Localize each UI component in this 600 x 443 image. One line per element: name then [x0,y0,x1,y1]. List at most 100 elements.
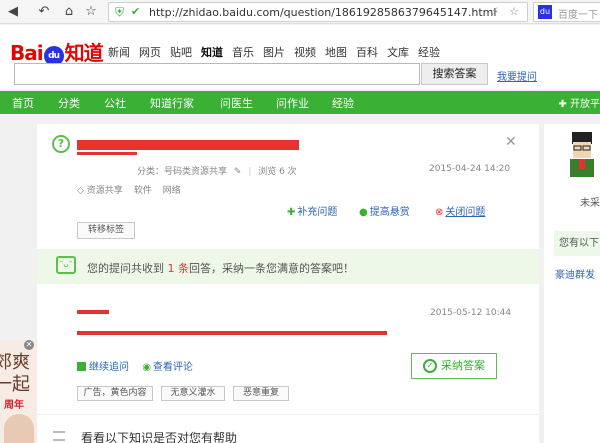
notice-prefix: 您的提问共收到 [87,262,164,275]
group-send-link[interactable]: 豪迪群发 [555,266,595,281]
answer-count: 1 条 [167,262,190,275]
coin-icon: ● [359,207,368,218]
secure-shield-icon: ⛨ [115,5,125,19]
redacted-answer-text [77,331,387,335]
nav-experience[interactable]: 经验 [332,95,354,111]
close-question-label: 关闭问题 [445,207,486,218]
edit-pencil-icon[interactable]: ✎ [234,167,242,177]
section-divider [37,414,539,415]
channel-wenku[interactable]: 文库 [387,44,409,60]
logo-bai: Bai [10,41,44,65]
question-date: 2015-04-24 14:20 [429,164,511,174]
continue-ask-link[interactable]: 继续追问 [77,362,129,373]
open-platform-icon: ✚ [558,99,567,110]
close-icon[interactable]: ✕ [505,134,517,150]
nav-homework[interactable]: 问作业 [276,95,309,111]
certificate-icon: ✔ [131,5,141,18]
notice-text: 您的提问共收到 1 条回答，采纳一条您满意的答案吧！ [87,260,354,276]
question-tags: ◇ 资源共享 软件 网络 [77,183,181,196]
channel-zhidao[interactable]: 知道 [201,44,223,60]
ad-model-image [4,414,34,443]
close-question-link[interactable]: ⊗ 关闭问题 [435,203,485,218]
tag-item[interactable]: 网络 [163,186,181,196]
channel-news[interactable]: 新闻 [108,44,130,60]
tag-item[interactable]: 软件 [134,186,152,196]
add-question-icon: ✚ [287,207,296,218]
redacted-title-line [77,152,137,155]
undo-icon[interactable]: ↶ [36,3,52,21]
bookmark-star-icon[interactable]: ☆ [84,3,98,21]
question-views: 浏览 6 次 [258,167,297,177]
you-have-notice: 您有以下 [554,231,600,256]
report-duplicate-button[interactable]: 恶意重复 [233,386,289,401]
raise-reward-label: 提高悬赏 [369,207,410,218]
eye-icon: ◉ [142,362,151,373]
search-placeholder: 百度一下 [558,10,598,21]
raise-reward-link[interactable]: ● 提高悬赏 [359,203,410,218]
redacted-question-title [77,140,299,150]
channel-baike[interactable]: 百科 [356,44,378,60]
channel-music[interactable]: 音乐 [232,44,254,60]
nav-home[interactable]: 首页 [12,95,34,111]
search-input[interactable] [14,63,420,85]
star-icon[interactable]: ☆ [509,5,519,18]
browser-toolbar: ◀ ↶ ⌂ ☆ ⛨ ✔ http://zhidao.baidu.com/ques… [0,0,600,24]
nav-category[interactable]: 分类 [58,95,80,111]
move-tag-button[interactable]: 转移标签 [77,222,135,239]
ad-line-3: 周年 [4,400,24,411]
user-avatar[interactable] [564,130,600,180]
back-icon[interactable]: ◀ [6,3,20,21]
meta-divider: | [248,167,252,177]
report-spam-button[interactable]: 无意义灌水 [161,386,225,401]
left-ad-banner[interactable]: 郊爽 一起 周年 [0,340,37,443]
open-platform-label: 开放平 [570,99,600,110]
open-platform-link[interactable]: ✚ 开放平 [558,95,600,110]
browser-search-box[interactable]: du 百度一下 [533,2,600,22]
tag-item[interactable]: 资源共享 [87,186,123,196]
ad-close-icon[interactable]: ✕ [24,340,34,350]
chat-icon: ᵔᴗᵔ [56,256,76,274]
tag-icon: ◇ [77,186,84,196]
url-text: http://zhidao.baidu.com/question/1861928… [149,6,497,19]
page-header: Bai du 知道 新闻 网页 贴吧 知道 音乐 图片 视频 地图 百科 文库 经验… [0,25,600,89]
add-question-link[interactable]: ✚ 补充问题 [287,203,337,218]
adopt-answer-button[interactable]: ✓ 采纳答案 [411,353,497,379]
home-icon[interactable]: ⌂ [62,3,76,21]
channel-nav: 新闻 网页 贴吧 知道 音乐 图片 视频 地图 百科 文库 经验 [108,44,440,60]
answer-actions: 继续追问 ◉ 查看评论 [77,358,193,373]
right-sidebar: 未采 您有以下 豪迪群发 [544,124,600,443]
check-circle-icon: ✓ [423,359,437,373]
question-mark-icon: ? [52,135,70,153]
answer-notice: ᵔᴗᵔ 您的提问共收到 1 条回答，采纳一条您满意的答案吧！ [37,249,539,284]
baidu-zhidao-logo[interactable]: Bai du 知道 [10,37,104,66]
checkbox-icon [77,362,86,371]
nav-experts[interactable]: 知道行家 [150,95,194,111]
redacted-answerer [77,310,109,314]
related-knowledge-title: 看看以下知识是否对您有帮助 [81,431,238,443]
channel-images[interactable]: 图片 [263,44,285,60]
view-comments-label: 查看评论 [152,362,193,373]
unadopted-label: 未采 [580,198,600,209]
nav-commune[interactable]: 公社 [104,95,126,111]
ask-question-link[interactable]: 我要提问 [497,68,537,83]
ad-line-2: 一起 [0,374,30,395]
nav-ask-doctor[interactable]: 问医生 [220,95,253,111]
channel-map[interactable]: 地图 [325,44,347,60]
adopt-answer-label: 采纳答案 [441,359,485,372]
address-bar[interactable]: ⛨ ✔ http://zhidao.baidu.com/question/186… [108,2,528,22]
menu-lines-icon [53,431,65,441]
logo-zhidao: 知道 [64,41,104,65]
channel-jingyan[interactable]: 经验 [418,44,440,60]
question-card: ? ✕ 分类：号码类资源共享 ✎ | 浏览 6 次 2015-04-24 14:… [37,124,539,443]
view-comments-link[interactable]: ◉ 查看评论 [132,362,193,373]
notice-suffix: 回答，采纳一条您满意的答案吧！ [189,262,354,275]
close-circle-icon: ⊗ [435,207,444,218]
question-category: 分类：号码类资源共享 [137,167,228,177]
channel-tieba[interactable]: 贴吧 [170,44,192,60]
search-answers-button[interactable]: 搜索答案 [421,63,488,85]
channel-web[interactable]: 网页 [139,44,161,60]
add-question-label: 补充问题 [297,207,338,218]
report-ad-button[interactable]: 广告，黄色内容 [77,386,153,401]
lightning-icon[interactable]: ⚡ [491,5,499,18]
channel-video[interactable]: 视频 [294,44,316,60]
